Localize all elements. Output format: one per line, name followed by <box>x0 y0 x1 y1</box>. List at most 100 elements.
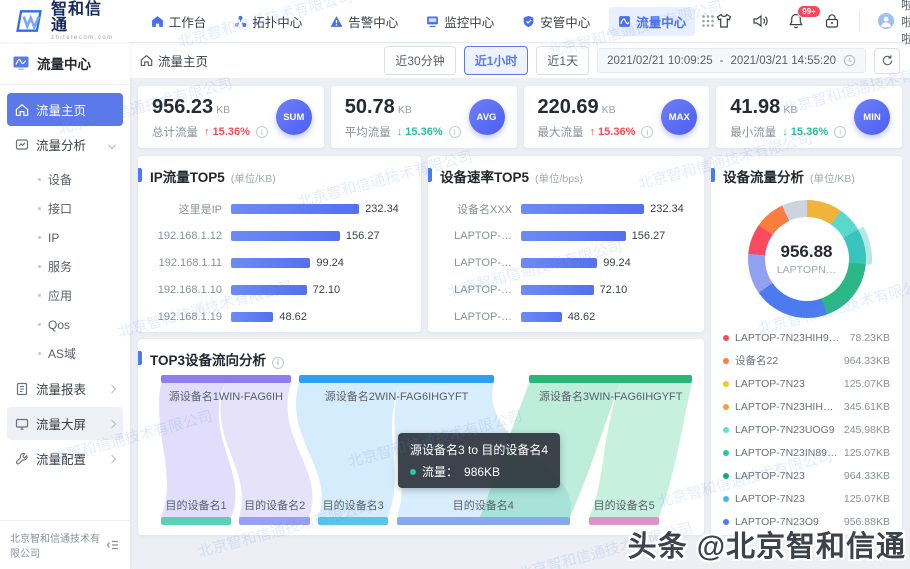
legend-value: 956.88KB <box>844 516 890 528</box>
legend-dot <box>723 496 729 502</box>
legend-row[interactable]: LAPTOP-7N23HIH8…345.61KB <box>723 395 890 418</box>
bar[interactable] <box>521 285 594 295</box>
top-menu-label: 安管中心 <box>540 12 590 31</box>
top-menu-item[interactable]: 安管中心 <box>513 7 599 36</box>
top-menu: 工作台拓扑中心告警中心 监控中心 安管中心流量中心 <box>142 7 696 36</box>
announcement-icon[interactable] <box>751 12 769 30</box>
panel-device-rate-top5: 设备速率TOP5 (单位/bps) 设备名XXX232.34LAPTOP-…15… <box>428 156 704 332</box>
bar[interactable] <box>521 258 597 268</box>
sidebar-item-label: 流量大屏 <box>36 414 86 433</box>
date-range-picker[interactable]: 2021/02/21 10:09:25 - 2021/03/21 14:55:2… <box>597 48 866 73</box>
legend-row[interactable]: 设备名22964.33KB <box>723 349 890 372</box>
info-icon[interactable]: i <box>256 126 268 138</box>
sidebar-subitem[interactable]: AS域 <box>7 339 123 368</box>
time-range-button[interactable]: 近1天 <box>536 46 589 75</box>
topology-icon <box>234 15 247 28</box>
notifications-bell-icon[interactable]: 99+ <box>787 12 805 30</box>
bar[interactable] <box>521 204 644 214</box>
date-end: 2021/03/21 14:55:20 <box>730 55 836 67</box>
apps-grid-icon[interactable] <box>701 14 715 28</box>
top-menu-item[interactable]: 工作台 <box>142 7 216 36</box>
bar[interactable] <box>521 312 562 322</box>
alarm-icon <box>330 15 343 28</box>
refresh-button[interactable] <box>874 48 900 74</box>
user-menu[interactable]: 啦啦啦 <box>878 0 910 47</box>
legend-row[interactable]: LAPTOP-7N23125.07KB <box>723 487 890 510</box>
bar-category-label: 这里是IP <box>150 201 222 217</box>
sidebar-subitem[interactable]: 接口 <box>7 194 123 223</box>
sankey-target-node[interactable] <box>239 517 309 525</box>
panel-unit: (单位/KB) <box>231 171 276 186</box>
bar[interactable] <box>231 312 273 322</box>
info-icon[interactable]: i <box>272 357 284 369</box>
legend-row[interactable]: LAPTOP-7N23O9 956.88KB <box>723 510 890 533</box>
collapse-sidebar-icon[interactable] <box>106 538 120 552</box>
bar-value: 156.27 <box>632 230 666 242</box>
sankey-chart[interactable]: 源设备名1WIN-FAG6IH源设备名2WIN-FAG6IHGYFT源设备名3W… <box>150 375 692 525</box>
stat-badge: MAX <box>661 99 697 135</box>
time-range-button[interactable]: 近30分钟 <box>384 46 455 75</box>
bar[interactable] <box>231 258 310 268</box>
sankey-source-node[interactable] <box>529 375 692 383</box>
legend-row[interactable]: LAPTOP-7N23IN89…125.07KB <box>723 441 890 464</box>
stat-unit: KB <box>783 104 797 116</box>
top-menu-item[interactable]: 拓扑中心 <box>225 7 311 36</box>
info-icon[interactable]: i <box>641 126 653 138</box>
sankey-target-node[interactable] <box>589 517 659 525</box>
time-range-button[interactable]: 近1小时 <box>464 46 529 75</box>
top-menu-label: 监控中心 <box>444 12 494 31</box>
bar[interactable] <box>231 285 307 295</box>
chevron-down-icon <box>108 140 116 148</box>
bar[interactable] <box>231 204 359 214</box>
panel-ip-top5: IP流量TOP5 (单位/KB) 这里是IP232.34192.168.1.12… <box>138 156 421 332</box>
sankey-source-label: 源设备名2WIN-FAG6IHGYFT <box>299 388 494 404</box>
legend-row[interactable]: LAPTOP-7N23HIH9…78.23KB <box>723 326 890 349</box>
panel-title-text: IP流量TOP5 <box>150 166 225 186</box>
sankey-target-node[interactable] <box>161 517 231 525</box>
top-menu-item[interactable]: 告警中心 <box>321 7 407 36</box>
bar[interactable] <box>521 231 626 241</box>
sidebar-item[interactable]: 流量报表 <box>7 372 123 405</box>
sidebar-subitem[interactable]: IP <box>7 223 123 252</box>
breadcrumb[interactable]: 流量主页 <box>140 51 208 70</box>
sidebar-subitem-label: 接口 <box>48 200 72 217</box>
lock-icon[interactable] <box>823 12 841 30</box>
legend-name: LAPTOP-7N23O9 <box>735 516 838 528</box>
bullet-dot <box>38 265 41 268</box>
donut-chart[interactable]: 956.88 LAPTOPN… <box>748 200 866 318</box>
legend-row[interactable]: LAPTOP-7N23UOG9245.98KB <box>723 418 890 441</box>
info-icon[interactable]: i <box>834 126 846 138</box>
panel-title-text: 设备速率TOP5 <box>440 166 529 186</box>
legend-row[interactable]: LAPTOP-7N23125.07KB <box>723 372 890 395</box>
tooltip-metric-label: 流量： <box>422 463 458 480</box>
top-menu-item[interactable]: 流量中心 <box>609 7 695 36</box>
sidebar-item[interactable]: 流量主页 <box>7 93 123 126</box>
info-icon[interactable]: i <box>449 126 461 138</box>
sidebar-item[interactable]: 流量配置 <box>7 442 123 475</box>
stat-card-sum: 956.23KB总计流量↑ 15.36%iSUM <box>138 86 324 148</box>
sidebar-subitem[interactable]: 应用 <box>7 281 123 310</box>
dashboard-content: 956.23KB总计流量↑ 15.36%iSUM50.78KB平均流量↓ 15.… <box>130 78 910 569</box>
bar[interactable] <box>231 231 340 241</box>
home-icon <box>15 103 29 117</box>
top-menu-item[interactable]: 监控中心 <box>417 7 503 36</box>
sankey-target-label: 目的设备名3 <box>318 497 388 513</box>
sidebar-item[interactable]: 流量大屏 <box>7 407 123 440</box>
sankey-source-node[interactable] <box>299 375 494 383</box>
stat-delta: ↓ 15.36% <box>782 126 828 138</box>
donut-legend: LAPTOP-7N23HIH9…78.23KB设备名22964.33KBLAPT… <box>723 326 890 535</box>
sidebar-item[interactable]: 流量分析 <box>7 128 123 161</box>
brand[interactable]: 智和信通 zhitelecom.com <box>14 2 114 41</box>
brand-logo-icon <box>14 8 44 34</box>
main-area: 流量主页 近30分钟近1小时近1天 2021/02/21 10:09:25 - … <box>130 42 910 569</box>
legend-row[interactable]: 其他956.58KB <box>723 533 890 535</box>
sankey-source-node[interactable] <box>161 375 291 383</box>
sidebar-subitem-label: 应用 <box>48 287 72 304</box>
sidebar-subitem[interactable]: 设备 <box>7 165 123 194</box>
sidebar-subitem[interactable]: 服务 <box>7 252 123 281</box>
sankey-target-node[interactable] <box>318 517 388 525</box>
legend-row[interactable]: LAPTOP-7N23964.33KB <box>723 464 890 487</box>
theme-icon[interactable] <box>715 12 733 30</box>
sidebar-subitem[interactable]: Qos <box>7 310 123 339</box>
sankey-target-node[interactable] <box>397 517 570 525</box>
